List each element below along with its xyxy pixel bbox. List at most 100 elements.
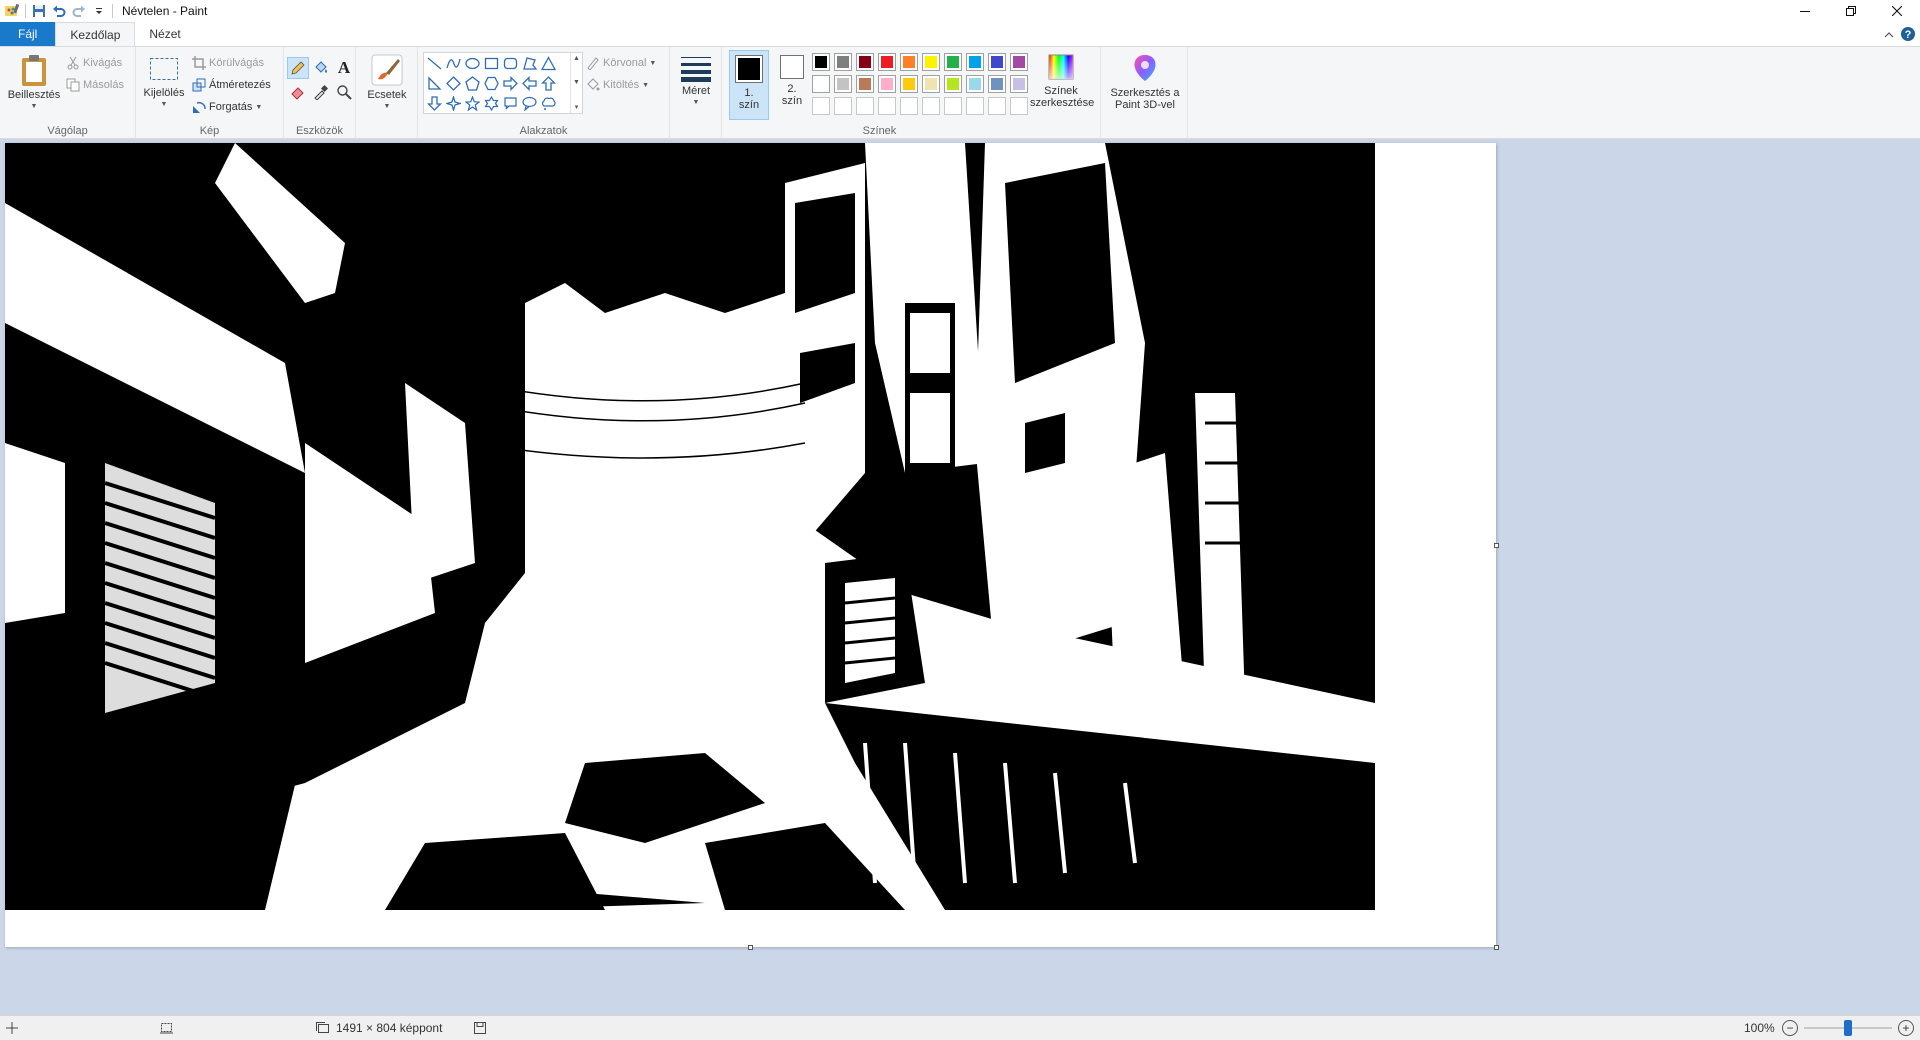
customize-toolbar-chevron-icon[interactable] [89,1,109,21]
copy-label: Másolás [83,79,124,91]
triangle-shape-icon[interactable] [539,54,558,73]
pencil-tool[interactable] [287,57,309,79]
down-arrow-shape-icon[interactable] [425,94,444,113]
palette-color-swatch[interactable] [988,97,1006,115]
right-triangle-shape-icon[interactable] [425,74,444,93]
diamond-shape-icon[interactable] [444,74,463,93]
palette-color-swatch[interactable] [988,75,1006,93]
crop-button[interactable]: Körülvágás [192,53,264,73]
up-arrow-shape-icon[interactable] [539,74,558,93]
palette-color-swatch[interactable] [834,53,852,71]
redo-icon[interactable] [69,1,89,21]
palette-color-swatch[interactable] [878,53,896,71]
rounded-callout-shape-icon[interactable] [501,94,520,113]
pentagon-shape-icon[interactable] [463,74,482,93]
cut-button[interactable]: Kivágás [66,53,122,73]
palette-color-swatch[interactable] [834,75,852,93]
palette-color-swatch[interactable] [812,97,830,115]
palette-color-swatch[interactable] [878,97,896,115]
magnifier-tool[interactable] [333,81,355,103]
color2-button[interactable]: 2. szín [774,55,810,107]
tab-file[interactable]: Fájl [0,22,56,46]
four-point-star-shape-icon[interactable] [444,94,463,113]
palette-color-swatch[interactable] [812,53,830,71]
tab-view[interactable]: Nézet [135,22,194,46]
palette-color-swatch[interactable] [966,53,984,71]
palette-color-swatch[interactable] [856,97,874,115]
zoom-slider-thumb[interactable] [1844,1020,1852,1036]
oval-shape-icon[interactable] [463,54,482,73]
text-tool[interactable]: A [333,57,355,79]
palette-color-swatch[interactable] [966,97,984,115]
tab-home[interactable]: Kezdőlap [55,22,136,46]
outline-button[interactable]: Körvonal ▼ [586,53,656,73]
palette-color-swatch[interactable] [922,97,940,115]
rotate-button[interactable]: Forgatás ▼ [192,97,262,117]
color-picker-tool[interactable] [310,81,332,103]
palette-color-swatch[interactable] [856,53,874,71]
zoom-slider[interactable] [1804,1020,1892,1036]
expand-gallery-icon[interactable]: ▾ [575,103,579,111]
six-point-star-shape-icon[interactable] [482,94,501,113]
zoom-out-button[interactable]: − [1782,1020,1798,1036]
resize-button[interactable]: Átméretezés [192,75,271,95]
hexagon-shape-icon[interactable] [482,74,501,93]
help-icon[interactable]: ? [1900,26,1916,45]
fill-button[interactable]: Kitöltés ▼ [586,75,649,95]
minimize-button[interactable] [1782,0,1828,22]
resize-handle-right[interactable] [1494,543,1499,548]
palette-color-swatch[interactable] [900,53,918,71]
palette-color-swatch[interactable] [878,75,896,93]
eraser-tool[interactable] [287,81,309,103]
palette-color-swatch[interactable] [1010,97,1028,115]
paste-button[interactable]: Beillesztés ▼ [4,53,64,113]
palette-color-swatch[interactable] [1010,75,1028,93]
shapes-gallery: ▲ ▼ ▾ [423,52,583,114]
palette-color-swatch[interactable] [944,97,962,115]
edit-with-paint3d-button[interactable]: Szerkesztés a Paint 3D-vel [1107,53,1183,111]
curve-shape-icon[interactable] [444,54,463,73]
color1-button[interactable]: 1. szín [729,50,769,120]
palette-color-swatch[interactable] [944,75,962,93]
palette-color-swatch[interactable] [988,53,1006,71]
copy-button[interactable]: Másolás [66,75,124,95]
close-button[interactable] [1874,0,1920,22]
size-button[interactable]: Méret ▼ [674,55,718,109]
resize-icon [192,78,206,92]
palette-color-swatch[interactable] [922,75,940,93]
paint-app-icon[interactable] [2,1,22,21]
edit-colors-button[interactable]: Színek szerkesztése [1030,53,1094,109]
drawing-canvas[interactable] [5,143,1499,950]
palette-color-swatch[interactable] [900,75,918,93]
left-arrow-shape-icon[interactable] [520,74,539,93]
restore-button[interactable] [1828,0,1874,22]
save-icon[interactable] [29,1,49,21]
brushes-button[interactable]: Ecsetek ▼ [362,53,412,113]
collapse-ribbon-chevron-icon[interactable] [1884,29,1894,43]
rounded-rectangle-shape-icon[interactable] [501,54,520,73]
scroll-down-icon[interactable]: ▼ [573,79,580,86]
right-arrow-shape-icon[interactable] [501,74,520,93]
line-shape-icon[interactable] [425,54,444,73]
palette-color-swatch[interactable] [966,75,984,93]
resize-handle-bottom[interactable] [748,945,753,950]
palette-color-swatch[interactable] [812,75,830,93]
five-point-star-shape-icon[interactable] [463,94,482,113]
shapes-scrollbar[interactable]: ▲ ▼ ▾ [570,53,582,113]
select-button[interactable]: Kijelölés ▼ [142,57,186,111]
rectangle-shape-icon[interactable] [482,54,501,73]
palette-color-swatch[interactable] [834,97,852,115]
oval-callout-shape-icon[interactable] [520,94,539,113]
polygon-shape-icon[interactable] [520,54,539,73]
palette-color-swatch[interactable] [900,97,918,115]
scroll-up-icon[interactable]: ▲ [573,55,580,62]
resize-handle-corner[interactable] [1494,945,1499,950]
palette-color-swatch[interactable] [922,53,940,71]
palette-color-swatch[interactable] [944,53,962,71]
cloud-callout-shape-icon[interactable] [539,94,558,113]
palette-color-swatch[interactable] [856,75,874,93]
zoom-in-button[interactable]: + [1898,1020,1914,1036]
fill-tool[interactable] [310,57,332,79]
palette-color-swatch[interactable] [1010,53,1028,71]
undo-icon[interactable] [49,1,69,21]
